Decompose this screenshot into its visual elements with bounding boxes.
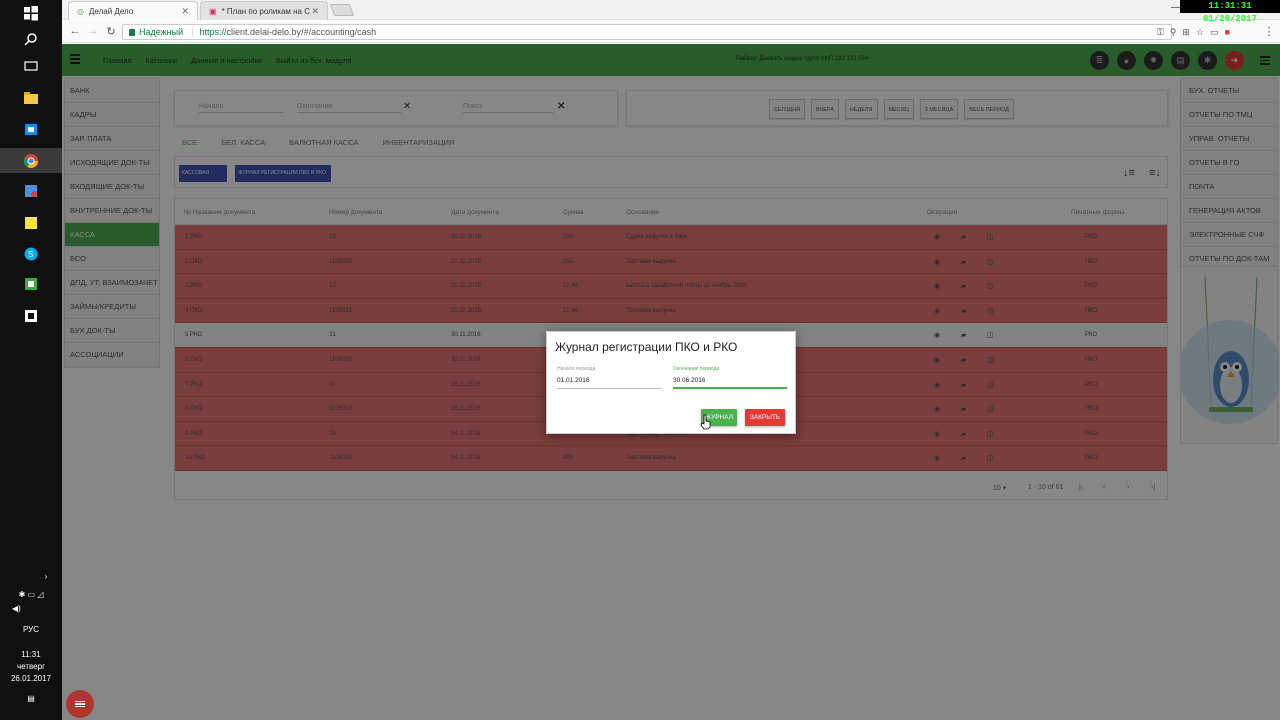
tab-title: Делай Дело (88, 6, 134, 16)
journal-dialog: Журнал регистрации ПКО и РКО Начало пери… (546, 331, 796, 434)
fab-menu-button[interactable] (66, 690, 94, 718)
browser-tab[interactable]: ▣ * План по роликам на С ✕ (200, 1, 328, 20)
fab-menu-icon (75, 699, 85, 708)
url-path: /#/accounting/cash (301, 27, 377, 37)
pdf-extension-icon[interactable]: ■ (1225, 27, 1230, 38)
dialog-title: Журнал регистрации ПКО и РКО (555, 340, 738, 354)
start-period-input[interactable]: 01.01.2016 (557, 377, 661, 389)
svg-text:S: S (28, 250, 33, 259)
tab-close-icon[interactable]: ✕ (311, 6, 319, 17)
close-button[interactable]: ЗАКРЫТЬ (745, 409, 785, 426)
tab-favicon-icon: ◎ (77, 6, 84, 16)
start-period-label: Начало периода (557, 366, 596, 372)
url-field[interactable]: Надежный | https:// client.delai-delo.by… (122, 24, 1172, 40)
notifications-icon[interactable]: ▤ (0, 694, 62, 703)
language-indicator[interactable]: РУС (0, 625, 62, 634)
file-explorer-icon[interactable] (20, 87, 42, 109)
tray-day: четверг (17, 662, 45, 671)
translate-icon[interactable]: ⊞ (1182, 27, 1190, 38)
cast-icon[interactable]: ▭ (1210, 27, 1219, 38)
tab-close-icon[interactable]: ✕ (181, 6, 189, 17)
url-host: client.delai-delo.by (226, 27, 302, 37)
recorder-icon[interactable] (20, 305, 42, 327)
browser-menu-icon[interactable]: ⋮ (1262, 25, 1276, 38)
browser-tabstrip: ◎ Делай Дело ✕ ▣ * План по роликам на С … (62, 0, 1280, 20)
end-period-label: Окончание периода (673, 366, 720, 372)
tab-title: * План по роликам на С (221, 6, 310, 16)
secure-badge[interactable]: Надежный (129, 27, 183, 37)
app-icon-1[interactable] (20, 180, 42, 202)
windows-start-icon[interactable] (20, 2, 42, 24)
volume-icon[interactable]: ◀) (0, 604, 62, 613)
camtasia-icon[interactable] (20, 273, 42, 295)
new-tab-button[interactable] (329, 4, 355, 16)
search-icon[interactable] (20, 29, 42, 51)
store-icon[interactable] (20, 118, 42, 140)
address-bar: ← → ↻ Надежный | https:// client.delai-d… (62, 21, 1280, 43)
end-period-input[interactable]: 30.06.2016 (673, 377, 787, 389)
extension-icons: ⚿ ⚲ ⊞ ☆ ▭ ■ (1157, 27, 1230, 38)
tray-chevron-icon[interactable]: › (0, 572, 62, 581)
url-scheme: https:// (199, 27, 227, 37)
star-icon[interactable]: ☆ (1196, 27, 1204, 38)
sticky-notes-icon[interactable] (20, 212, 42, 234)
pin-icon[interactable]: ⚲ (1170, 27, 1177, 38)
tray-date: 26.01.2017 (10, 674, 52, 683)
back-arrow-icon[interactable]: ← (68, 25, 82, 37)
chrome-icon[interactable] (0, 148, 62, 173)
url-separator: | (191, 27, 194, 37)
tray-icons[interactable]: ✱ ▭ ◿ (0, 590, 62, 599)
reload-icon[interactable]: ↻ (104, 25, 118, 38)
tab-favicon-icon: ▣ (209, 6, 217, 16)
skype-icon[interactable]: S (20, 243, 42, 265)
windows-taskbar: S › ✱ ▭ ◿ ◀) РУС 11:31 четверг 26.01.201… (0, 0, 62, 720)
lock-icon (129, 28, 135, 36)
task-view-icon[interactable] (20, 55, 42, 77)
key-icon[interactable]: ⚿ (1157, 27, 1164, 38)
tray-time[interactable]: 11:31 (0, 650, 62, 659)
forward-arrow-icon[interactable]: → (86, 25, 100, 37)
browser-tab-active[interactable]: ◎ Делай Дело ✕ (68, 1, 198, 20)
hand-cursor-icon (700, 414, 711, 430)
secure-label: Надежный (139, 27, 184, 37)
recording-clock: 11:31:31 01/26/2017 (1180, 0, 1280, 24)
